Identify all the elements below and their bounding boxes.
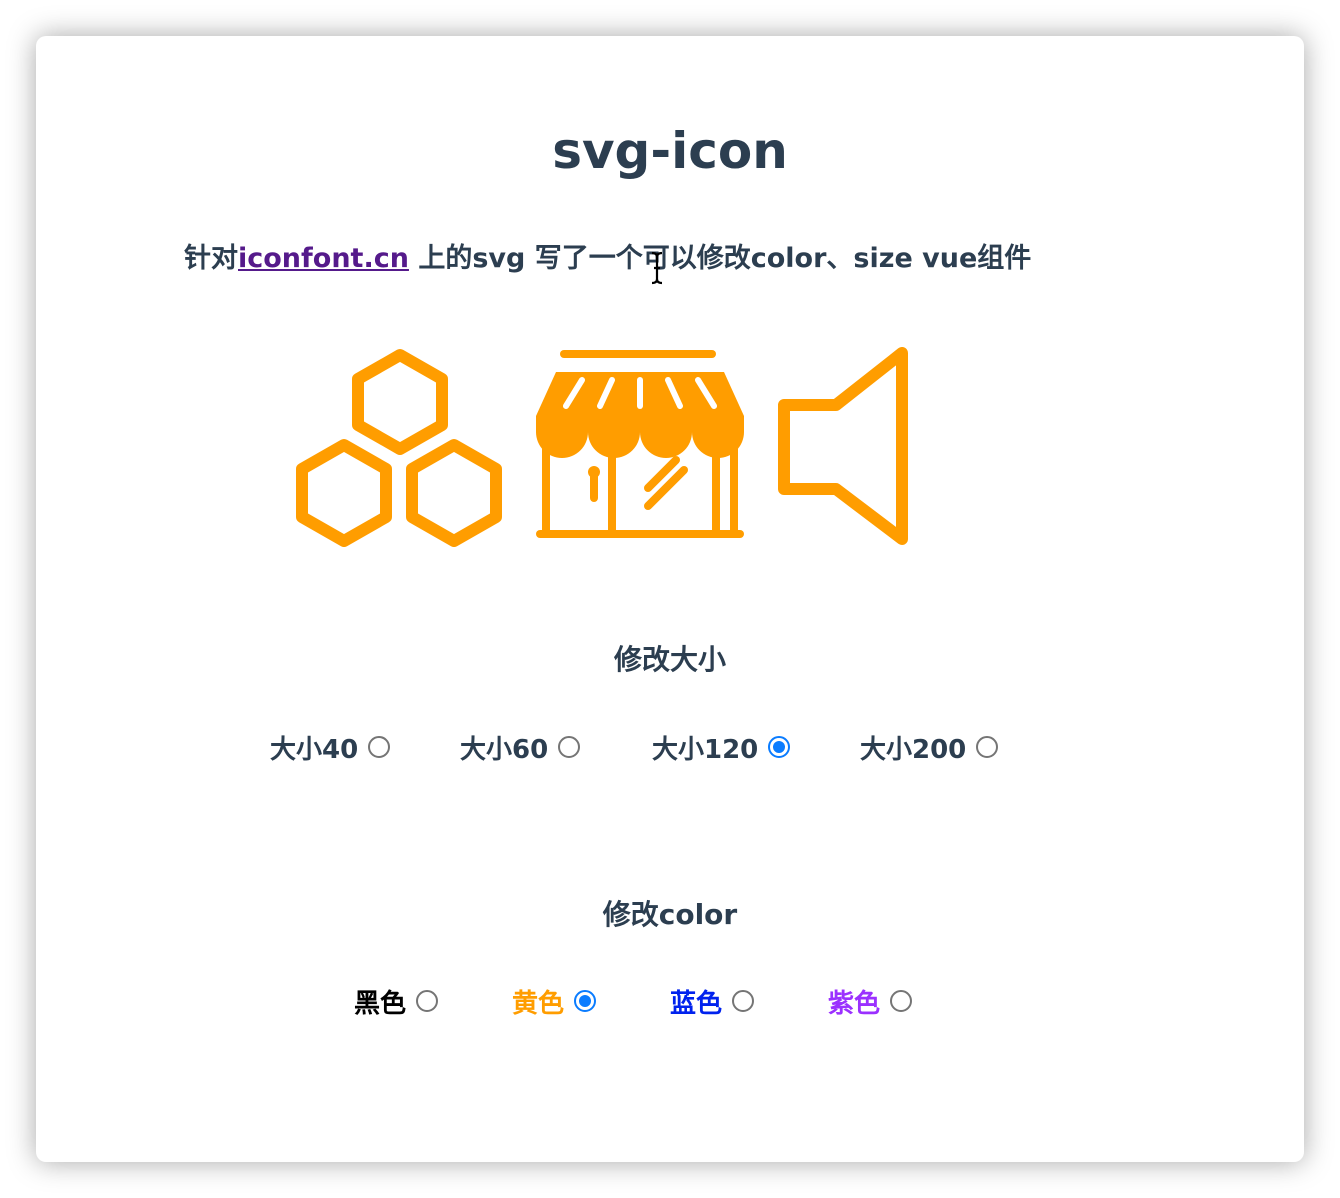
size-option-200[interactable]: 大小200	[860, 732, 999, 768]
color-purple-radio[interactable]	[890, 990, 913, 1012]
size-200-radio[interactable]	[976, 736, 999, 758]
color-section-title: 修改color	[602, 898, 738, 931]
color-option-label: 黑色	[354, 989, 407, 1019]
size-option-60[interactable]: 大小60	[460, 732, 581, 768]
size-option-120[interactable]: 大小120	[652, 732, 791, 768]
speaker-icon	[778, 347, 908, 545]
page-title: svg-icon	[552, 122, 788, 180]
color-option-blue[interactable]: 蓝色	[670, 986, 755, 1022]
size-option-label: 大小40	[270, 735, 359, 765]
color-option-label: 紫色	[828, 989, 881, 1019]
description-suffix: 上的svg 写了一个可以修改color、size vue组件	[408, 243, 1032, 274]
color-option-yellow[interactable]: 黄色	[512, 986, 597, 1022]
size-option-label: 大小200	[860, 735, 967, 765]
color-option-black[interactable]: 黑色	[354, 986, 439, 1022]
size-120-radio[interactable]	[768, 736, 791, 758]
color-option-label: 蓝色	[670, 989, 723, 1019]
size-option-40[interactable]: 大小40	[270, 732, 391, 768]
color-blue-radio[interactable]	[732, 990, 755, 1012]
app-window: svg-icon 针对iconfont.cn 上的svg 写了一个可以修改col…	[36, 36, 1304, 1162]
description-prefix: 针对	[184, 243, 238, 274]
color-option-purple[interactable]: 紫色	[828, 986, 913, 1022]
color-black-radio[interactable]	[416, 990, 439, 1012]
hexagons-icon	[296, 349, 502, 547]
size-option-label: 大小60	[460, 735, 549, 765]
size-option-label: 大小120	[652, 735, 759, 765]
description: 针对iconfont.cn 上的svg 写了一个可以修改color、size v…	[184, 239, 1031, 279]
size-60-radio[interactable]	[558, 736, 581, 758]
text-cursor-icon	[651, 251, 663, 285]
color-option-label: 黄色	[512, 989, 565, 1019]
size-section-title: 修改大小	[613, 643, 726, 676]
color-yellow-radio[interactable]	[574, 990, 597, 1012]
store-icon	[536, 350, 744, 538]
size-40-radio[interactable]	[368, 736, 391, 758]
iconfont-link[interactable]: iconfont.cn	[238, 243, 409, 274]
